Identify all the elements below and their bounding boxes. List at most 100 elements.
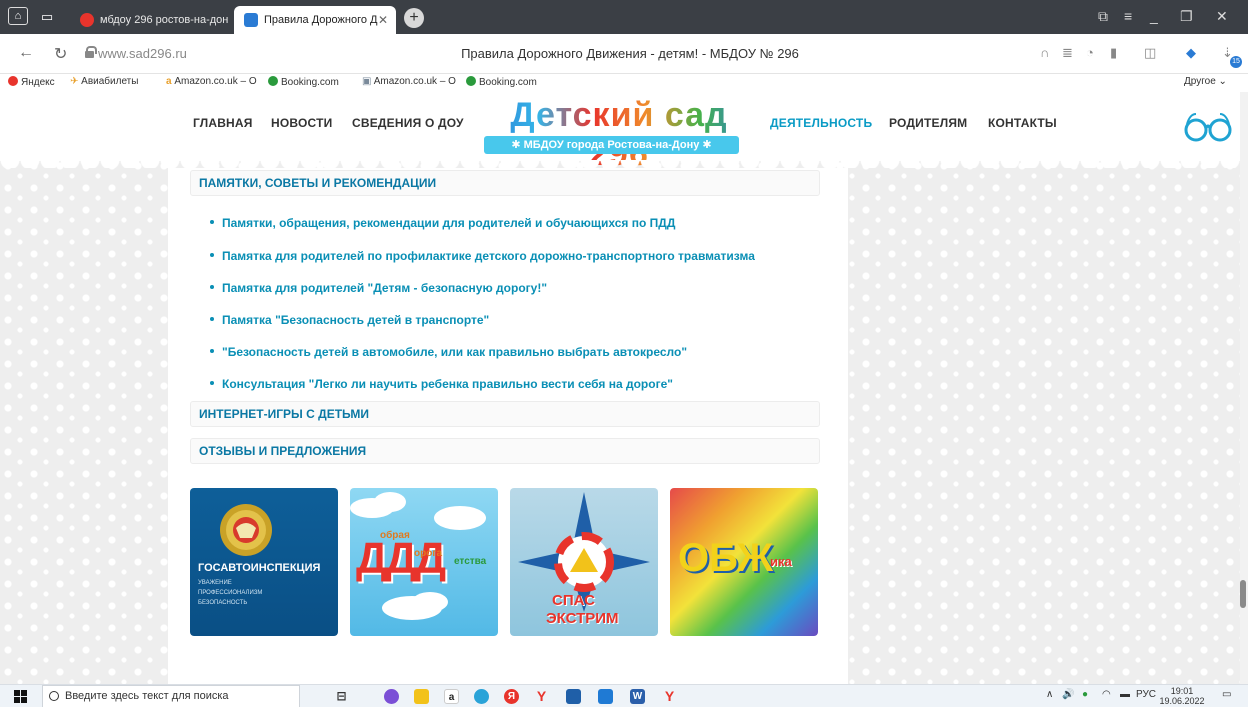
search-placeholder: Введите здесь текст для поиска	[65, 690, 229, 702]
close-window-icon[interactable]: ✕	[1216, 8, 1228, 25]
section-feedback-header[interactable]: ОТЗЫВЫ И ПРЕДЛОЖЕНИЯ	[190, 438, 820, 464]
web-page: ГЛАВНАЯ НОВОСТИ СВЕДЕНИЯ О ДОУ Детский с…	[0, 92, 1248, 684]
nav-home[interactable]: ГЛАВНАЯ	[193, 116, 253, 130]
close-tab-icon[interactable]: ✕	[378, 6, 388, 34]
windows-taskbar: Введите здесь текст для поиска ⊟ a Я Y W…	[0, 684, 1248, 707]
tab-traffic-rules[interactable]: Правила Дорожного Д ✕	[234, 6, 396, 34]
tab-label: Правила Дорожного Д	[264, 14, 378, 26]
gibdd-line: ПРОФЕССИОНАЛИЗМ	[198, 590, 263, 596]
yandex-icon	[8, 76, 18, 86]
bullet-icon	[210, 285, 214, 289]
bookmark-booking-2[interactable]: Booking.com	[466, 76, 537, 88]
file-explorer-icon[interactable]	[414, 689, 429, 704]
restore-icon[interactable]: ❐	[1180, 8, 1193, 25]
memo-link[interactable]: Памятка для родителей "Детям - безопасну…	[210, 281, 547, 295]
reload-icon[interactable]: ↻	[54, 44, 67, 64]
language-indicator[interactable]: РУС	[1136, 689, 1156, 700]
nav-about[interactable]: СВЕДЕНИЯ О ДОУ	[352, 116, 464, 130]
bookmark-icon[interactable]: ▮	[1110, 45, 1117, 61]
page-scrollbar[interactable]	[1240, 92, 1248, 684]
mail-icon[interactable]	[598, 689, 613, 704]
reader-mode-icon[interactable]: ≣	[1062, 45, 1073, 61]
clock-time: 19:01	[1170, 686, 1194, 696]
spas-line1: СПАС	[552, 592, 595, 609]
nav-contacts[interactable]: КОНТАКТЫ	[988, 116, 1057, 130]
booking-icon	[466, 76, 476, 86]
banner-gibdd[interactable]: ГОСАВТОИНСПЕКЦИЯ УВАЖЕНИЕ ПРОФЕССИОНАЛИЗ…	[190, 488, 338, 636]
page-title: Правила Дорожного Движения - детям! - МБ…	[461, 46, 799, 61]
bookmark-booking-1[interactable]: Booking.com	[268, 76, 339, 88]
amazon-app-icon[interactable]: a	[444, 689, 459, 704]
tabs-overview-icon[interactable]: ▭	[36, 7, 58, 27]
url-field[interactable]: www.sad296.ru	[98, 46, 187, 61]
wifi-icon[interactable]: ◠	[1102, 689, 1111, 700]
back-arrow-icon[interactable]: ←	[18, 44, 34, 62]
collections-icon[interactable]: ◫	[1144, 45, 1156, 61]
bullet-icon	[210, 253, 214, 257]
extensions-icon[interactable]: ⧉	[1098, 8, 1108, 25]
minimize-icon[interactable]: _	[1150, 8, 1158, 24]
app-circle-icon[interactable]	[384, 689, 399, 704]
address-bar: ← ↻ www.sad296.ru Правила Дорожного Движ…	[0, 34, 1248, 74]
volume-icon[interactable]: 🔊	[1062, 689, 1074, 700]
memo-link[interactable]: Памятки, обращения, рекомендации для род…	[210, 216, 675, 230]
notifications-icon[interactable]: ▭	[1222, 689, 1231, 700]
logo-subtitle: ✱ МБДОУ города Ростова-на-Дону ✱	[484, 136, 739, 154]
bookmark-avia[interactable]: ✈ Авиабилеты	[70, 76, 138, 87]
tray-chevron-icon[interactable]: ∧	[1046, 689, 1053, 700]
yandex-home-icon[interactable]: ⌂	[8, 7, 28, 25]
section-memos-header[interactable]: ПАМЯТКИ, СОВЕТЫ И РЕКОМЕНДАЦИИ	[190, 170, 820, 196]
tab-mbdou-search[interactable]: мбдоу 296 ростов-на-дон	[70, 6, 232, 34]
yandex-app-icon[interactable]: Я	[504, 689, 519, 704]
lock-icon[interactable]	[85, 46, 97, 58]
store-icon[interactable]	[566, 689, 581, 704]
task-view-icon[interactable]: ⊟	[334, 689, 349, 704]
windows-start-icon[interactable]	[14, 690, 27, 703]
bookmarks-bar: Яндекс ✈ Авиабилеты a Amazon.co.uk – О B…	[0, 74, 1248, 92]
downloads-count-badge: 15	[1230, 56, 1242, 68]
protect-icon[interactable]: ◔	[1086, 45, 1094, 60]
main-content: ПАМЯТКИ, СОВЕТЫ И РЕКОМЕНДАЦИИ Памятки, …	[168, 168, 848, 684]
nav-activity[interactable]: ДЕЯТЕЛЬНОСТЬ	[770, 116, 872, 130]
battery-icon[interactable]: ▬	[1120, 689, 1130, 700]
network-icon[interactable]: ●	[1082, 689, 1088, 700]
memo-link[interactable]: "Безопасность детей в автомобиле, или ка…	[210, 345, 687, 359]
nav-parents[interactable]: РОДИТЕЛЯМ	[889, 116, 967, 130]
ddd-letters: ДДД	[356, 534, 446, 583]
ddd-word-1: обрая	[380, 530, 410, 541]
section-games-header[interactable]: ИНТЕРНЕТ-ИГРЫ С ДЕТЬМИ	[190, 401, 820, 427]
browser-tab-bar: ⌂ ▭ мбдоу 296 ростов-на-дон Правила Доро…	[0, 0, 1248, 34]
bullet-icon	[210, 349, 214, 353]
yandex-favicon-icon	[80, 13, 94, 27]
site-logo[interactable]: Детский сад 296 ✱ МБДОУ города Ростова-н…	[484, 96, 754, 173]
banner-good-road-of-childhood[interactable]: ДДД обрая орога етства	[350, 488, 498, 636]
glasses-icon[interactable]	[1184, 110, 1232, 142]
yandex-browser-icon[interactable]: Y	[662, 689, 677, 704]
memo-link[interactable]: Памятка "Безопасность детей в транспорте…	[210, 313, 489, 327]
gibdd-line: УВАЖЕНИЕ	[198, 580, 232, 586]
memo-link[interactable]: Консультация "Легко ли научить ребенка п…	[210, 377, 673, 391]
bookmark-amazon-1[interactable]: a Amazon.co.uk – О	[166, 76, 257, 87]
search-icon	[49, 691, 59, 701]
taskbar-clock[interactable]: 19:01 19.06.2022	[1158, 686, 1206, 706]
menu-icon[interactable]: ≡	[1124, 8, 1132, 24]
yandex-browser-icon[interactable]: Y	[534, 689, 549, 704]
headphones-icon[interactable]: ∩	[1040, 45, 1049, 60]
bookmark-amazon-2[interactable]: ▣ Amazon.co.uk – О	[362, 76, 456, 87]
bullet-icon	[210, 381, 214, 385]
word-icon[interactable]: W	[630, 689, 645, 704]
gibdd-line: БЕЗОПАСНОСТЬ	[198, 600, 248, 606]
nav-news[interactable]: НОВОСТИ	[271, 116, 332, 130]
scrollbar-thumb[interactable]	[1240, 580, 1246, 608]
clock-date: 19.06.2022	[1159, 696, 1205, 706]
new-tab-button[interactable]: +	[404, 8, 424, 28]
extension-icon[interactable]: ◆	[1186, 45, 1196, 61]
banner-spas-extreme[interactable]: СПАС ЭКСТРИМ	[510, 488, 658, 636]
bookmark-other[interactable]: Другое ⌄	[1184, 76, 1227, 87]
edge-icon[interactable]	[474, 689, 489, 704]
bookmark-yandex[interactable]: Яндекс	[8, 76, 55, 88]
gibdd-emblem-icon	[220, 504, 272, 556]
taskbar-search-box[interactable]: Введите здесь текст для поиска	[42, 685, 300, 707]
memo-link[interactable]: Памятка для родителей по профилактике де…	[210, 249, 755, 263]
banner-obzh[interactable]: ОБЖ ика	[670, 488, 818, 636]
